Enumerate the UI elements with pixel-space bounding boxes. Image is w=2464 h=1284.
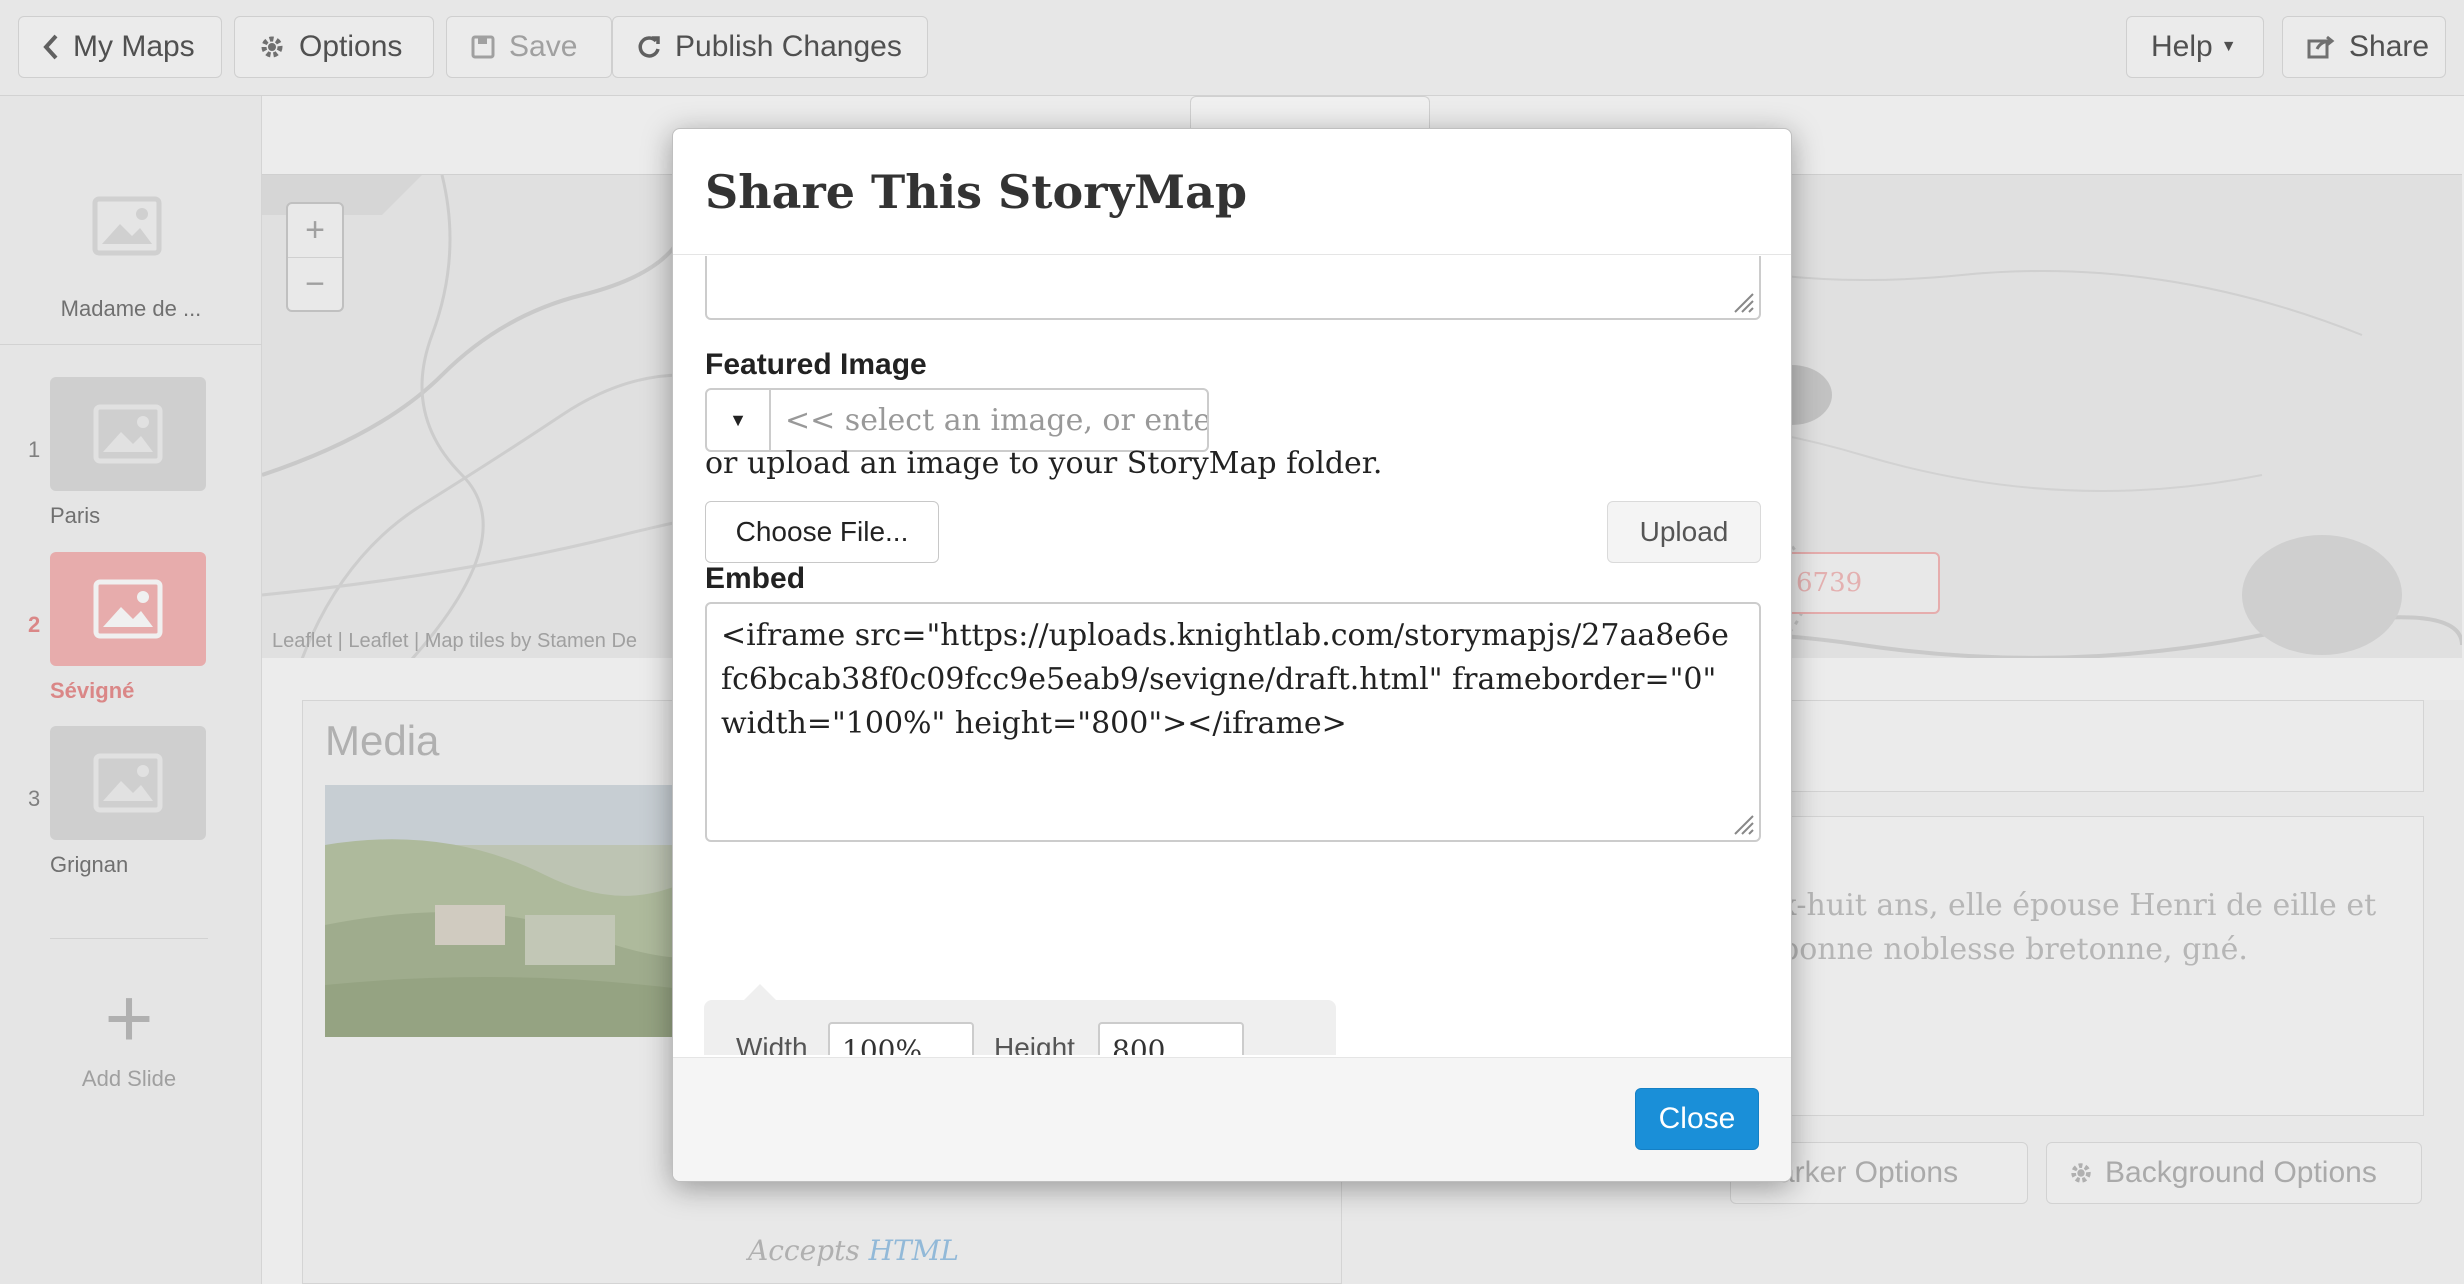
close-button[interactable]: Close — [1635, 1088, 1759, 1150]
modal-body-clip: Width 100% Height 800 — [672, 255, 1792, 1055]
popover-arrow — [744, 984, 776, 1000]
width-input[interactable]: 100% — [828, 1022, 974, 1055]
width-label: Width — [736, 1032, 808, 1055]
modal-title: Share This StoryMap — [705, 165, 1248, 219]
height-input[interactable]: 800 — [1098, 1022, 1244, 1055]
embed-size-options: Width 100% Height 800 — [704, 984, 1336, 1055]
modal-header: Share This StoryMap — [673, 129, 1791, 255]
height-label: Height — [994, 1032, 1075, 1055]
modal-footer: Close — [673, 1057, 1791, 1181]
